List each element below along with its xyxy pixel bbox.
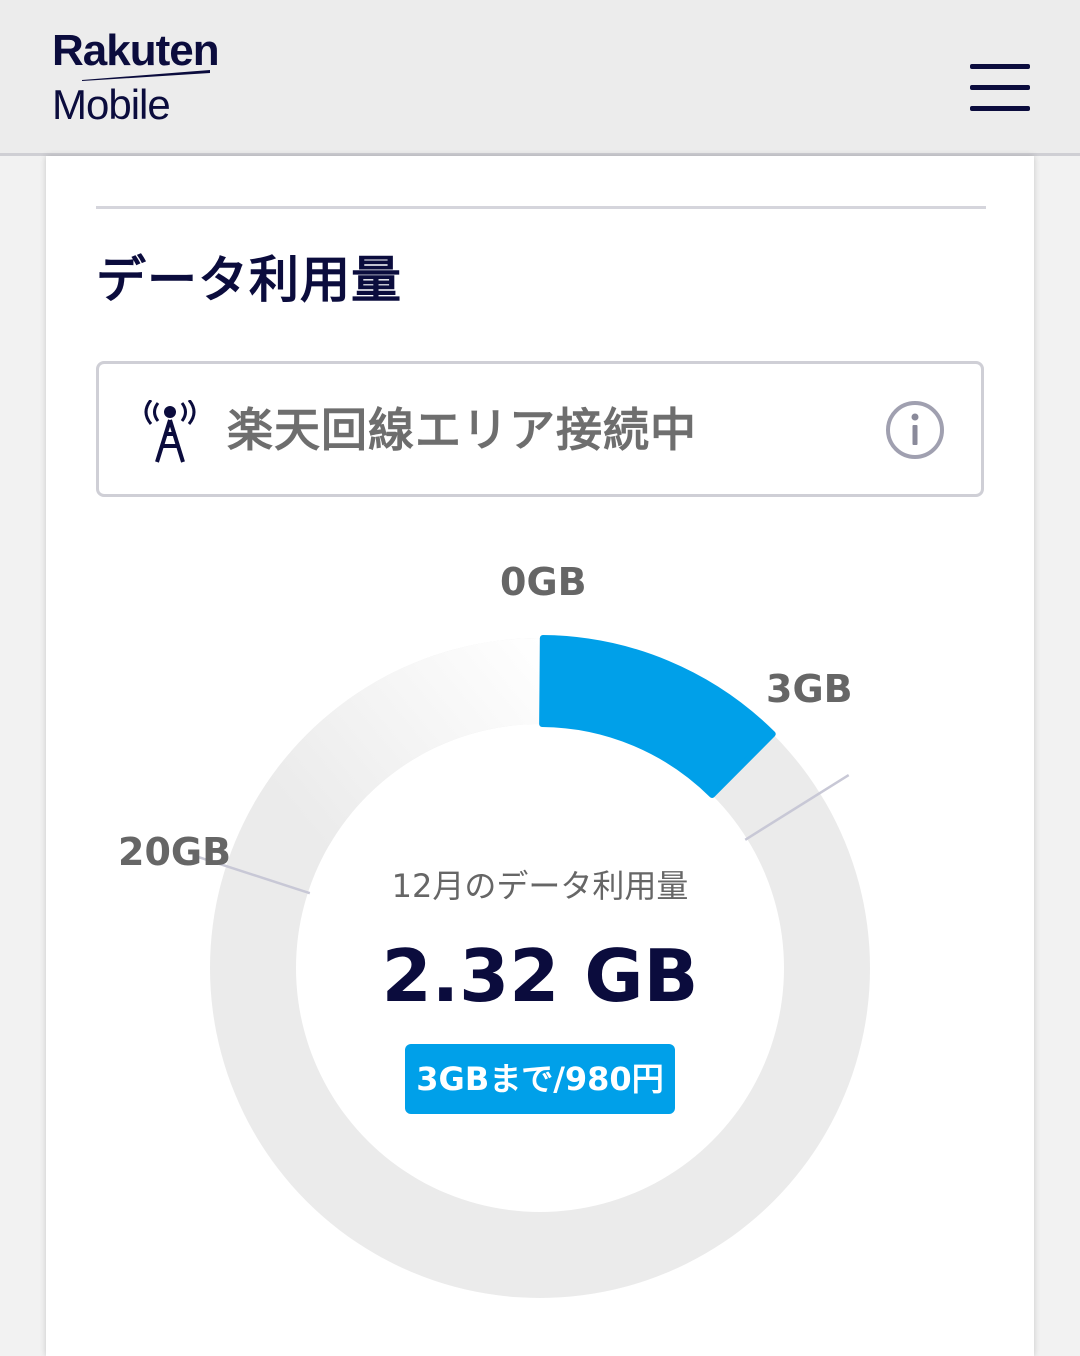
info-icon[interactable] [885,400,945,460]
section-title: データ利用量 [96,251,402,309]
tick-label-0gb: 0GB [500,560,587,604]
network-status-text: 楽天回線エリア接続中 [227,403,697,457]
logo-mobile-text: Mobile [52,81,171,128]
hamburger-menu-icon[interactable] [966,58,1034,118]
signal-tower-icon [144,400,196,463]
rakuten-mobile-logo[interactable]: Rakuten Mobile [52,26,220,128]
usage-value: 2.32 GB [381,934,699,1018]
tick-label-3gb: 3GB [766,667,853,711]
logo-swoosh-icon [82,70,210,81]
app-header: Rakuten Mobile [0,0,1080,156]
data-usage-card: データ利用量 楽天回線エリア接続中 0GB 3GB 20GB 12月のデータ利用… [46,156,1034,1356]
gauge-used-segment [539,635,776,799]
data-usage-gauge: 0GB 3GB 20GB 12月のデータ利用量 2.32 GB 3GBまで/98… [46,536,1034,1356]
gauge-track-fade [254,638,540,846]
usage-caption: 12月のデータ利用量 [391,867,689,905]
network-status-box: 楽天回線エリア接続中 [96,361,984,497]
section-divider [96,206,986,209]
plan-badge: 3GBまで/980円 [405,1044,675,1114]
